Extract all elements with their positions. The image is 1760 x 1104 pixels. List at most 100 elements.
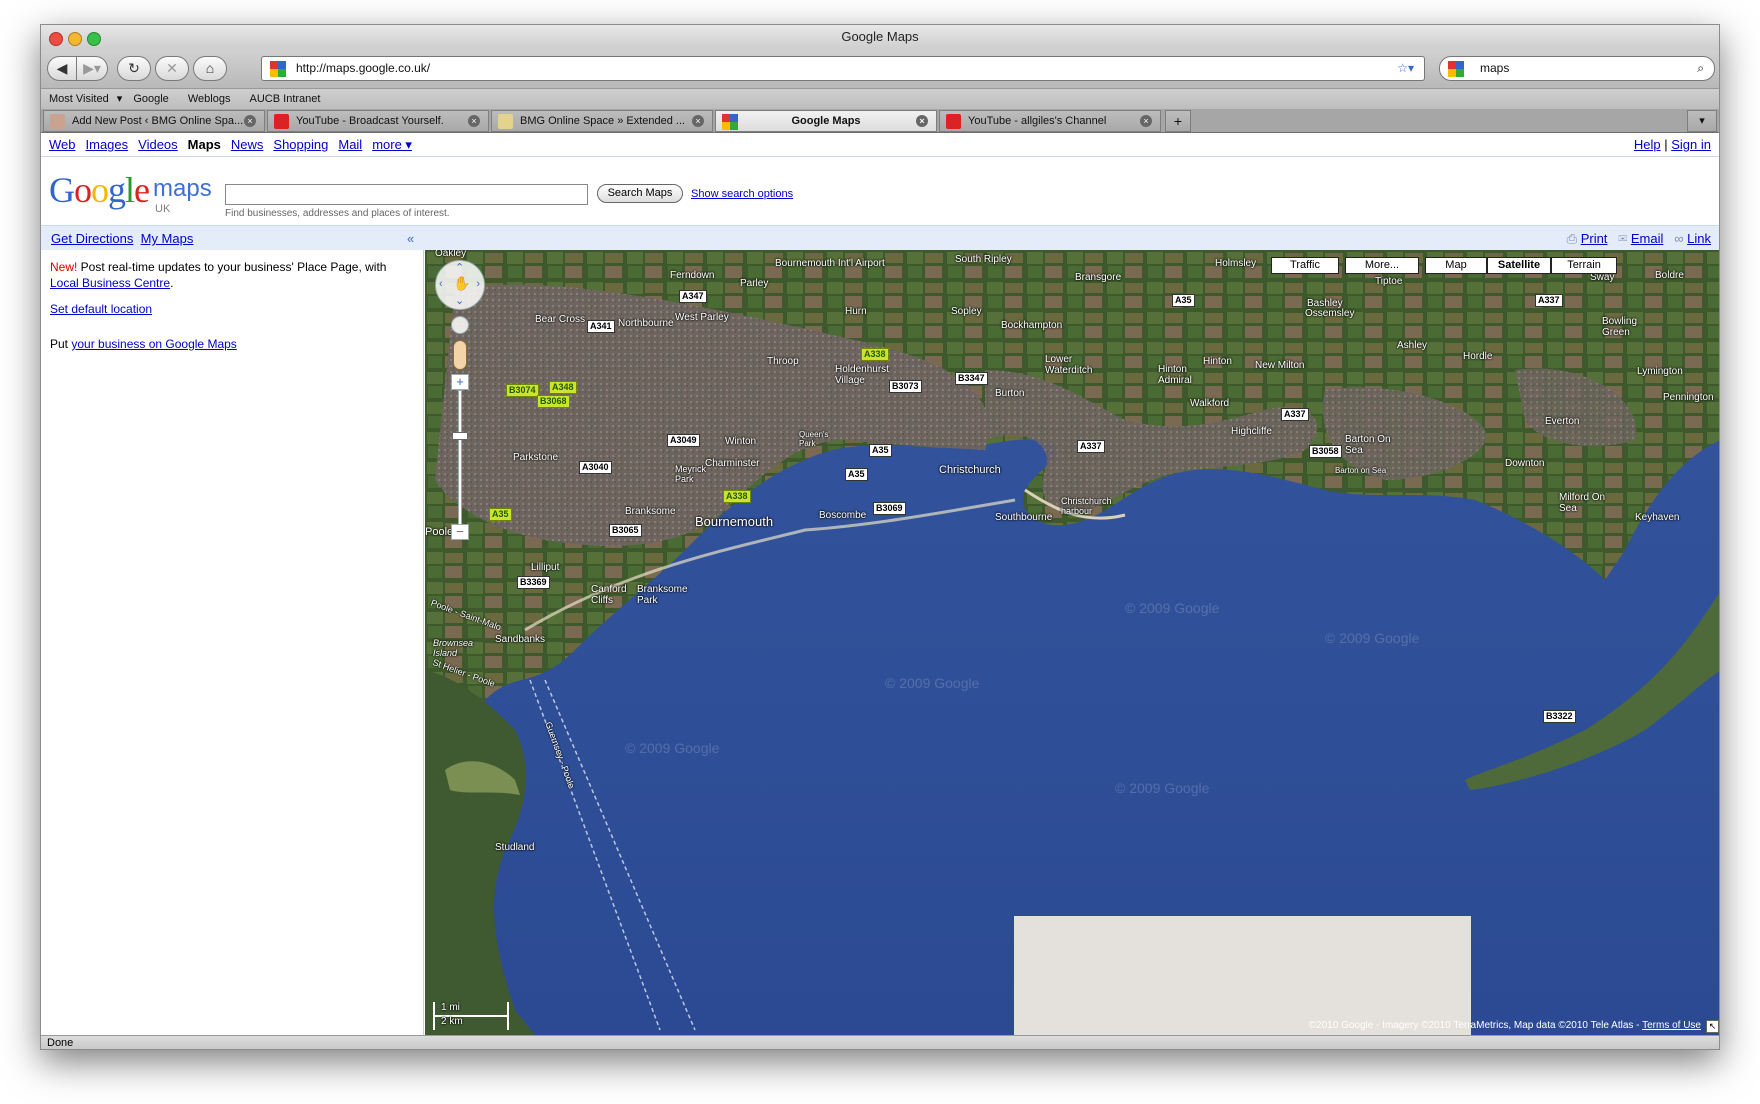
- pan-left-icon[interactable]: ‹: [439, 278, 443, 290]
- zoom-slider-handle[interactable]: [452, 432, 468, 440]
- place-label: Milford On Sea: [1559, 492, 1606, 514]
- nav-web[interactable]: Web: [49, 137, 76, 152]
- close-tab-icon[interactable]: ×: [468, 115, 480, 127]
- road-sign: A35: [869, 444, 892, 457]
- nav-more[interactable]: more ▾: [372, 137, 412, 152]
- print-link[interactable]: Print: [1581, 231, 1608, 246]
- nav-videos[interactable]: Videos: [138, 137, 178, 152]
- close-window-icon[interactable]: [49, 32, 63, 46]
- close-tab-icon[interactable]: ×: [1140, 115, 1152, 127]
- scale-bar: 1 mi 2 km: [433, 1002, 509, 1030]
- home-button[interactable]: ⌂: [193, 56, 227, 81]
- zoom-in-button[interactable]: +: [451, 374, 469, 390]
- tab-add-new-post[interactable]: Add New Post ‹ BMG Online Spa... ×: [43, 110, 265, 132]
- my-maps-link[interactable]: My Maps: [141, 231, 194, 246]
- nav-shopping[interactable]: Shopping: [273, 137, 328, 152]
- get-directions-link[interactable]: Get Directions: [51, 231, 133, 246]
- more-layers-button[interactable]: More...: [1345, 257, 1419, 274]
- nav-mail[interactable]: Mail: [338, 137, 362, 152]
- business-on-google-maps-link[interactable]: your business on Google Maps: [71, 337, 236, 351]
- browser-search-box[interactable]: maps ⌕: [1439, 56, 1715, 81]
- place-label: Studland: [495, 842, 535, 853]
- satellite-map[interactable]: © 2009 Google © 2009 Google © 2009 Googl…: [425, 250, 1719, 1035]
- pan-down-icon[interactable]: ⌄: [455, 294, 464, 307]
- tab-label: YouTube - allgiles's Channel: [968, 115, 1107, 127]
- nav-images[interactable]: Images: [86, 137, 129, 152]
- pan-control[interactable]: ⌃ ‹ ✋ › ⌄: [435, 260, 485, 310]
- place-label: Tiptoe: [1375, 276, 1403, 287]
- bookmark-aucb-intranet[interactable]: AUCB Intranet: [250, 93, 321, 105]
- forward-button[interactable]: ▶▾: [76, 56, 108, 81]
- zoom-out-button[interactable]: −: [451, 524, 469, 540]
- printer-icon: ⎙: [1566, 231, 1578, 246]
- logo-maps: maps: [153, 175, 212, 202]
- url-bar[interactable]: http://maps.google.co.uk/ ☆▾: [261, 56, 1425, 81]
- close-tab-icon[interactable]: ×: [692, 115, 704, 127]
- bookmark-google[interactable]: Google: [133, 93, 168, 105]
- stop-button[interactable]: ✕: [155, 56, 189, 81]
- new-tab-button[interactable]: +: [1165, 110, 1191, 132]
- road-sign: A3049: [667, 434, 700, 447]
- local-business-centre-link[interactable]: Local Business Centre: [50, 276, 170, 290]
- maps-search-input[interactable]: [225, 184, 588, 205]
- tab-bmg-online-space[interactable]: BMG Online Space » Extended ... ×: [491, 110, 713, 132]
- bookmark-most-visited[interactable]: Most Visited: [49, 93, 109, 105]
- tab-youtube-allgiles[interactable]: YouTube - allgiles's Channel ×: [939, 110, 1161, 132]
- put-label: Put: [50, 337, 72, 351]
- show-search-options-link[interactable]: Show search options: [691, 188, 793, 200]
- nav-news[interactable]: News: [231, 137, 264, 152]
- set-default-location-link[interactable]: Set default location: [50, 302, 152, 316]
- envelope-icon: ✉: [1618, 231, 1628, 246]
- place-label: Lower Waterditch: [1045, 354, 1093, 376]
- search-engine-icon: [1448, 61, 1464, 77]
- place-label: Bashley: [1307, 298, 1343, 309]
- road-sign: A3040: [579, 461, 612, 474]
- place-label: Throop: [767, 356, 799, 367]
- zoom-window-icon[interactable]: [87, 32, 101, 46]
- map-type-map-button[interactable]: Map: [1425, 257, 1487, 274]
- place-label: Hordle: [1463, 351, 1493, 362]
- bookmarks-bar: Most Visited ▾ Google Weblogs AUCB Intran…: [41, 89, 1719, 109]
- reset-map-button[interactable]: [451, 316, 469, 334]
- map-type-terrain-button[interactable]: Terrain: [1551, 257, 1617, 274]
- place-label: Meyrick Park: [675, 464, 706, 484]
- street-view-pegman-icon[interactable]: [453, 340, 467, 370]
- minimize-window-icon[interactable]: [68, 32, 82, 46]
- tab-list-button[interactable]: ▾: [1687, 110, 1717, 132]
- tab-youtube-broadcast[interactable]: YouTube - Broadcast Yourself. ×: [267, 110, 489, 132]
- sign-in-link[interactable]: Sign in: [1671, 137, 1711, 152]
- zoom-slider-track[interactable]: [458, 390, 462, 540]
- close-tab-icon[interactable]: ×: [244, 115, 256, 127]
- tab-google-maps[interactable]: Google Maps ×: [715, 110, 937, 132]
- google-favicon-icon: [270, 61, 286, 77]
- pan-up-icon[interactable]: ⌃: [455, 261, 464, 274]
- separator: |: [1660, 137, 1672, 152]
- bookmark-star-icon[interactable]: ☆▾: [1397, 57, 1414, 80]
- pan-right-icon[interactable]: ›: [476, 278, 480, 290]
- reload-button[interactable]: ↻: [117, 56, 151, 81]
- search-maps-button[interactable]: Search Maps: [597, 184, 683, 203]
- overview-map-toggle-icon[interactable]: ↖: [1706, 1020, 1719, 1033]
- bookmark-weblogs[interactable]: Weblogs: [188, 93, 231, 105]
- email-link[interactable]: Email: [1631, 231, 1664, 246]
- magnifier-icon[interactable]: ⌕: [1697, 57, 1704, 80]
- nav-maps[interactable]: Maps: [188, 137, 221, 152]
- logo-google: Google: [49, 170, 150, 210]
- traffic-button[interactable]: Traffic: [1271, 257, 1339, 274]
- link-link[interactable]: Link: [1687, 231, 1711, 246]
- status-text: Done: [47, 1037, 74, 1049]
- page-content: Web Images Videos Maps News Shopping Mail more …: [41, 133, 1719, 1035]
- sidebar-panel: New! Post real-time updates to your busi…: [41, 250, 424, 1035]
- terms-of-use-link[interactable]: Terms of Use: [1642, 1020, 1701, 1031]
- collapse-panel-icon[interactable]: «: [407, 226, 414, 251]
- road-sign: A337: [1281, 408, 1309, 421]
- map-type-satellite-button[interactable]: Satellite: [1487, 257, 1551, 274]
- back-button[interactable]: ◀: [47, 56, 77, 81]
- google-maps-logo[interactable]: Google maps UK: [49, 169, 219, 215]
- place-label: Lymington: [1637, 366, 1683, 377]
- close-tab-icon[interactable]: ×: [916, 115, 928, 127]
- tab-label: Add New Post ‹ BMG Online Spa...: [72, 115, 244, 127]
- road-sign-green: B3068: [537, 395, 570, 408]
- place-label: Branksome Park: [637, 584, 688, 606]
- help-link[interactable]: Help: [1634, 137, 1661, 152]
